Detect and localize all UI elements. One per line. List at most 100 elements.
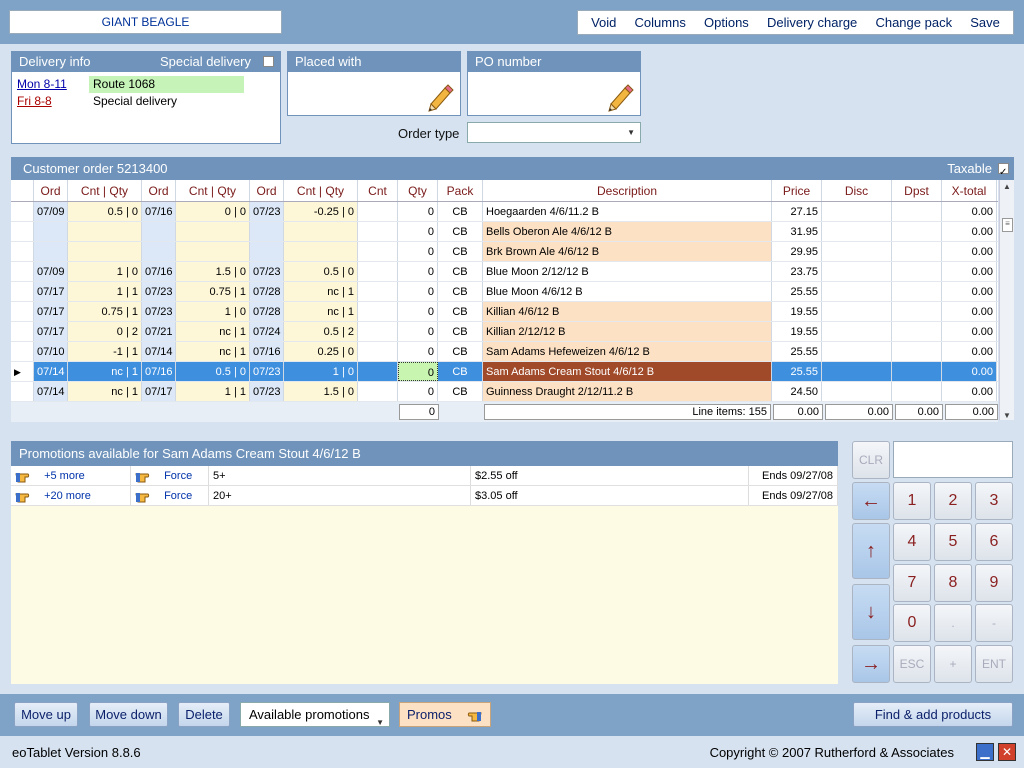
- special-delivery-checkbox[interactable]: [263, 56, 274, 67]
- cell-dpst[interactable]: [892, 242, 942, 261]
- promo-row[interactable]: +5 more Force 5+ $2.55 off Ends 09/27/08: [11, 466, 838, 486]
- cell-ord-1[interactable]: 07/17: [34, 302, 68, 321]
- minimize-icon[interactable]: ▁: [976, 743, 994, 761]
- cell-dpst[interactable]: [892, 222, 942, 241]
- cell-dpst[interactable]: [892, 362, 942, 381]
- table-row[interactable]: 07/09 1 | 0 07/16 1.5 | 0 07/23 0.5 | 0 0 CB Blu…: [11, 262, 998, 282]
- cell-qty[interactable]: 0: [398, 222, 438, 241]
- cell-cnt-qty-1[interactable]: [68, 222, 142, 241]
- columns-button[interactable]: Columns: [635, 15, 686, 30]
- cell-cnt-qty-3[interactable]: 1.5 | 0: [284, 382, 358, 401]
- cell-description[interactable]: Sam Adams Hefeweizen 4/6/12 B: [483, 342, 772, 361]
- cell-x-total[interactable]: 0.00: [942, 242, 997, 261]
- cell-cnt[interactable]: [358, 282, 398, 301]
- cell-x-total[interactable]: 0.00: [942, 282, 997, 301]
- cell-dpst[interactable]: [892, 302, 942, 321]
- row-selector[interactable]: [11, 322, 34, 341]
- cell-ord-3[interactable]: 07/28: [250, 282, 284, 301]
- cell-cnt-qty-2[interactable]: 0 | 0: [176, 202, 250, 221]
- cell-disc[interactable]: [822, 322, 892, 341]
- table-row[interactable]: 0 CB Brk Brown Ale 4/6/12 B 29.95 0.00: [11, 242, 998, 262]
- cell-description[interactable]: Brk Brown Ale 4/6/12 B: [483, 242, 772, 261]
- cell-x-total[interactable]: 0.00: [942, 222, 997, 241]
- row-selector[interactable]: [11, 262, 34, 281]
- promo-row[interactable]: +20 more Force 20+ $3.05 off Ends 09/27/…: [11, 486, 838, 506]
- key-3[interactable]: 3: [975, 482, 1013, 520]
- cell-cnt-qty-3[interactable]: nc | 1: [284, 302, 358, 321]
- find-add-products-button[interactable]: Find & add products: [853, 702, 1013, 727]
- cell-dpst[interactable]: [892, 202, 942, 221]
- cell-qty[interactable]: 0: [398, 282, 438, 301]
- table-row[interactable]: 07/17 1 | 1 07/23 0.75 | 1 07/28 nc | 1 0 CB Blu…: [11, 282, 998, 302]
- row-selector[interactable]: [11, 382, 34, 401]
- cell-cnt-qty-1[interactable]: nc | 1: [68, 382, 142, 401]
- cell-ord-3[interactable]: 07/23: [250, 202, 284, 221]
- available-promotions-select[interactable]: Available promotions ▼: [240, 702, 390, 727]
- delivery-charge-button[interactable]: Delivery charge: [767, 15, 857, 30]
- promo-force-text[interactable]: Force: [164, 470, 192, 482]
- cell-cnt-qty-2[interactable]: nc | 1: [176, 322, 250, 341]
- row-selector[interactable]: [11, 302, 34, 321]
- key-4[interactable]: 4: [893, 523, 931, 561]
- cell-cnt[interactable]: [358, 382, 398, 401]
- key-6[interactable]: 6: [975, 523, 1013, 561]
- table-row[interactable]: ▶ 07/14 nc | 1 07/16 0.5 | 0 07/23 1 | 0 0 CB Sam…: [11, 362, 998, 382]
- col-cnt-qty-3[interactable]: Cnt | Qty: [284, 180, 358, 201]
- delete-button[interactable]: Delete: [178, 702, 230, 727]
- cell-x-total[interactable]: 0.00: [942, 302, 997, 321]
- col-disc[interactable]: Disc: [822, 180, 892, 201]
- cell-cnt-qty-3[interactable]: 1 | 0: [284, 362, 358, 381]
- row-selector[interactable]: [11, 202, 34, 221]
- change-pack-button[interactable]: Change pack: [875, 15, 952, 30]
- table-row[interactable]: 07/10 -1 | 1 07/14 nc | 1 07/16 0.25 | 0 0 CB Sa…: [11, 342, 998, 362]
- cell-ord-3[interactable]: 07/23: [250, 382, 284, 401]
- cell-ord-3[interactable]: 07/28: [250, 302, 284, 321]
- cell-disc[interactable]: [822, 202, 892, 221]
- cell-cnt-qty-2[interactable]: nc | 1: [176, 342, 250, 361]
- delivery-row[interactable]: Fri 8-8 Special delivery: [17, 93, 275, 110]
- row-selector[interactable]: [11, 242, 34, 261]
- col-cnt[interactable]: Cnt: [358, 180, 398, 201]
- cell-pack[interactable]: CB: [438, 202, 483, 221]
- cell-cnt-qty-1[interactable]: 0.75 | 1: [68, 302, 142, 321]
- cell-dpst[interactable]: [892, 262, 942, 281]
- cell-ord-2[interactable]: 07/14: [142, 342, 176, 361]
- cell-ord-1[interactable]: [34, 242, 68, 261]
- cell-description[interactable]: Blue Moon 2/12/12 B: [483, 262, 772, 281]
- close-icon[interactable]: ✕: [998, 743, 1016, 761]
- cell-cnt-qty-1[interactable]: nc | 1: [68, 362, 142, 381]
- cell-cnt-qty-2[interactable]: 0.75 | 1: [176, 282, 250, 301]
- col-description[interactable]: Description: [483, 180, 772, 201]
- cell-ord-2[interactable]: 07/16: [142, 262, 176, 281]
- pencil-icon[interactable]: [425, 82, 455, 112]
- cell-pack[interactable]: CB: [438, 302, 483, 321]
- cell-pack[interactable]: CB: [438, 282, 483, 301]
- cell-cnt-qty-1[interactable]: 0.5 | 0: [68, 202, 142, 221]
- scroll-up-icon[interactable]: ▲: [1003, 182, 1011, 191]
- cell-price[interactable]: 19.55: [772, 302, 822, 321]
- cell-price[interactable]: 23.75: [772, 262, 822, 281]
- cell-cnt-qty-2[interactable]: [176, 222, 250, 241]
- cell-price[interactable]: 25.55: [772, 362, 822, 381]
- cell-description[interactable]: Killian 2/12/12 B: [483, 322, 772, 341]
- cell-price[interactable]: 19.55: [772, 322, 822, 341]
- col-cnt-qty-1[interactable]: Cnt | Qty: [68, 180, 142, 201]
- promo-link-text[interactable]: +5 more: [44, 470, 85, 482]
- row-selector[interactable]: [11, 222, 34, 241]
- delivery-day[interactable]: Fri 8-8: [17, 93, 52, 110]
- key-0[interactable]: 0: [893, 604, 931, 642]
- row-selector[interactable]: [11, 342, 34, 361]
- cell-cnt-qty-2[interactable]: 1 | 0: [176, 302, 250, 321]
- promo-more-link[interactable]: +20 more: [11, 486, 131, 505]
- cell-pack[interactable]: CB: [438, 382, 483, 401]
- cell-x-total[interactable]: 0.00: [942, 322, 997, 341]
- cell-ord-3[interactable]: 07/16: [250, 342, 284, 361]
- cell-disc[interactable]: [822, 362, 892, 381]
- col-ord-2[interactable]: Ord: [142, 180, 176, 201]
- cell-ord-2[interactable]: 07/16: [142, 362, 176, 381]
- placed-with-field[interactable]: [287, 72, 461, 116]
- delivery-day[interactable]: Mon 8-11: [17, 76, 67, 93]
- cell-x-total[interactable]: 0.00: [942, 382, 997, 401]
- cell-price[interactable]: 25.55: [772, 282, 822, 301]
- cell-ord-3[interactable]: 07/23: [250, 262, 284, 281]
